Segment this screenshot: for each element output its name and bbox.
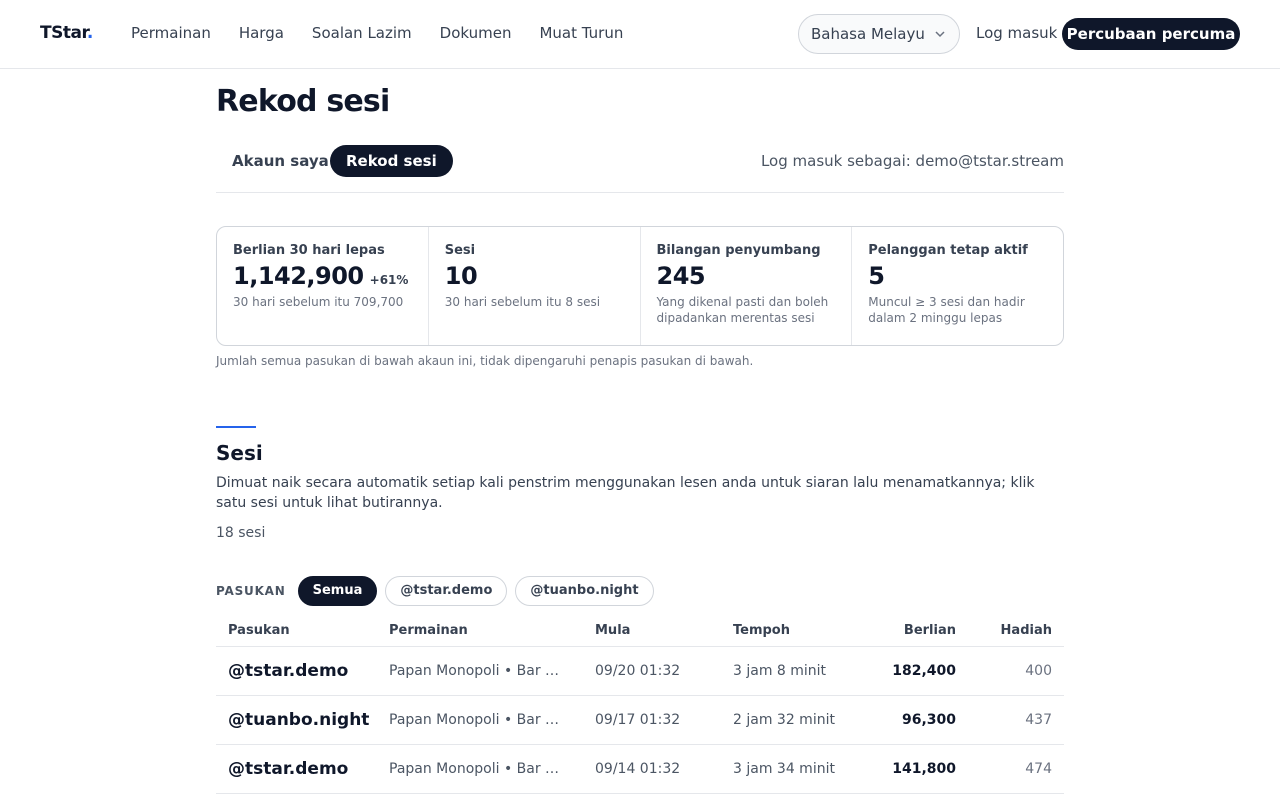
cell-gifts: 437 bbox=[1025, 712, 1052, 728]
col-team[interactable]: Pasukan bbox=[228, 623, 290, 638]
top-navigation: TStar. Permainan Harga Soalan Lazim Doku… bbox=[0, 0, 1280, 69]
nav-link-faq[interactable]: Soalan Lazim bbox=[312, 24, 412, 42]
col-gifts[interactable]: Hadiah bbox=[1001, 623, 1052, 638]
account-tabs: Akaun saya Rekod sesi Log masuk sebagai:… bbox=[216, 145, 1064, 193]
stat-card-sessions: Sesi 10 30 hari sebelum itu 8 sesi bbox=[429, 227, 641, 345]
cell-start: 09/17 01:32 bbox=[595, 712, 681, 728]
cell-team: @tstar.demo bbox=[228, 661, 349, 681]
nav-links: Permainan Harga Soalan Lazim Dokumen Mua… bbox=[131, 24, 651, 42]
login-link[interactable]: Log masuk bbox=[976, 24, 1057, 42]
tab-my-account[interactable]: Akaun saya bbox=[216, 145, 345, 177]
filter-chip-all[interactable]: Semua bbox=[297, 576, 378, 606]
sessions-description: Dimuat naik secara automatik setiap kali… bbox=[216, 475, 1035, 511]
stat-value: 5 bbox=[868, 262, 885, 290]
table-row[interactable]: @tstar.demo Papan Monopoli • Bar D… 09/2… bbox=[216, 647, 1064, 696]
cell-start: 09/20 01:32 bbox=[595, 663, 681, 679]
cell-diamonds: 141,800 bbox=[892, 761, 956, 777]
table-header: Pasukan Permainan Mula Tempoh Berlian Ha… bbox=[216, 615, 1064, 647]
stat-value: 1,142,900 +61% bbox=[233, 262, 409, 290]
stat-card-contributors: Bilangan penyumbang 245 Yang dikenal pas… bbox=[641, 227, 853, 345]
cell-duration: 3 jam 34 minit bbox=[733, 761, 835, 777]
free-trial-button[interactable]: Percubaan percuma bbox=[1062, 18, 1240, 50]
stat-sub: Muncul ≥ 3 sesi dan hadir dalam 2 minggu… bbox=[868, 295, 1025, 325]
chevron-down-icon bbox=[935, 31, 945, 38]
language-select[interactable]: Bahasa Melayu bbox=[798, 14, 960, 54]
col-start[interactable]: Mula bbox=[595, 623, 630, 638]
team-filter-bar: PASUKAN Semua @tstar.demo @tuanbo.night bbox=[216, 576, 662, 606]
nav-link-download[interactable]: Muat Turun bbox=[539, 24, 623, 42]
cell-game: Papan Monopoli • Bar D… bbox=[389, 712, 569, 728]
col-duration[interactable]: Tempoh bbox=[733, 623, 790, 638]
stat-delta: +61% bbox=[369, 273, 409, 287]
stat-label: Bilangan penyumbang bbox=[656, 243, 821, 258]
cell-team: @tstar.demo bbox=[228, 759, 349, 779]
cell-game: Papan Monopoli • Bar D… bbox=[389, 761, 569, 777]
cell-team: @tuanbo.night bbox=[228, 710, 370, 730]
cell-start: 09/14 01:32 bbox=[595, 761, 681, 777]
filter-label: PASUKAN bbox=[216, 584, 286, 598]
sessions-count: 18 sesi bbox=[216, 525, 266, 541]
stat-card-regulars: Pelanggan tetap aktif 5 Muncul ≥ 3 sesi … bbox=[852, 227, 1063, 345]
nav-link-games[interactable]: Permainan bbox=[131, 24, 211, 42]
table-row[interactable]: @tuanbo.night Papan Monopoli • Bar D… 09… bbox=[216, 696, 1064, 745]
cell-duration: 3 jam 8 minit bbox=[733, 663, 827, 679]
stat-sub: 30 hari sebelum itu 8 sesi bbox=[444, 295, 601, 309]
nav-link-pricing[interactable]: Harga bbox=[239, 24, 284, 42]
filter-chip-tstar-demo[interactable]: @tstar.demo bbox=[385, 576, 508, 606]
section-accent-line bbox=[216, 426, 256, 428]
nav-link-docs[interactable]: Dokumen bbox=[440, 24, 512, 42]
stats-note: Jumlah semua pasukan di bawah akaun ini,… bbox=[216, 354, 754, 368]
stat-sub: 30 hari sebelum itu 709,700 bbox=[233, 295, 404, 309]
cell-diamonds: 182,400 bbox=[892, 663, 956, 679]
cell-gifts: 400 bbox=[1025, 663, 1052, 679]
page-title: Rekod sesi bbox=[216, 84, 390, 119]
filter-chip-tuanbo-night[interactable]: @tuanbo.night bbox=[515, 576, 654, 606]
stat-value: 245 bbox=[656, 262, 706, 290]
col-diamonds[interactable]: Berlian bbox=[904, 623, 956, 638]
cell-duration: 2 jam 32 minit bbox=[733, 712, 835, 728]
stat-label: Pelanggan tetap aktif bbox=[868, 243, 1028, 258]
table-row[interactable]: @tstar.demo Papan Monopoli • Bar D… 09/1… bbox=[216, 745, 1064, 794]
stats-summary: Berlian 30 hari lepas 1,142,900 +61% 30 h… bbox=[216, 226, 1064, 346]
cell-gifts: 474 bbox=[1025, 761, 1052, 777]
sessions-heading: Sesi bbox=[216, 441, 263, 465]
stat-label: Berlian 30 hari lepas bbox=[233, 243, 385, 258]
stat-card-diamonds: Berlian 30 hari lepas 1,142,900 +61% 30 h… bbox=[217, 227, 429, 345]
col-game[interactable]: Permainan bbox=[389, 623, 569, 638]
language-select-value: Bahasa Melayu bbox=[811, 25, 925, 43]
stat-value: 10 bbox=[444, 262, 478, 290]
stat-label: Sesi bbox=[444, 243, 476, 258]
tab-session-records[interactable]: Rekod sesi bbox=[330, 145, 453, 177]
logged-in-as: Log masuk sebagai: demo@tstar.stream bbox=[760, 152, 1064, 170]
sessions-table: Pasukan Permainan Mula Tempoh Berlian Ha… bbox=[216, 615, 1064, 794]
cell-diamonds: 96,300 bbox=[901, 712, 956, 728]
cell-game: Papan Monopoli • Bar D… bbox=[389, 663, 569, 679]
stat-sub: Yang dikenal pasti dan boleh dipadankan … bbox=[656, 295, 829, 325]
brand-logo[interactable]: TStar. bbox=[40, 23, 93, 43]
